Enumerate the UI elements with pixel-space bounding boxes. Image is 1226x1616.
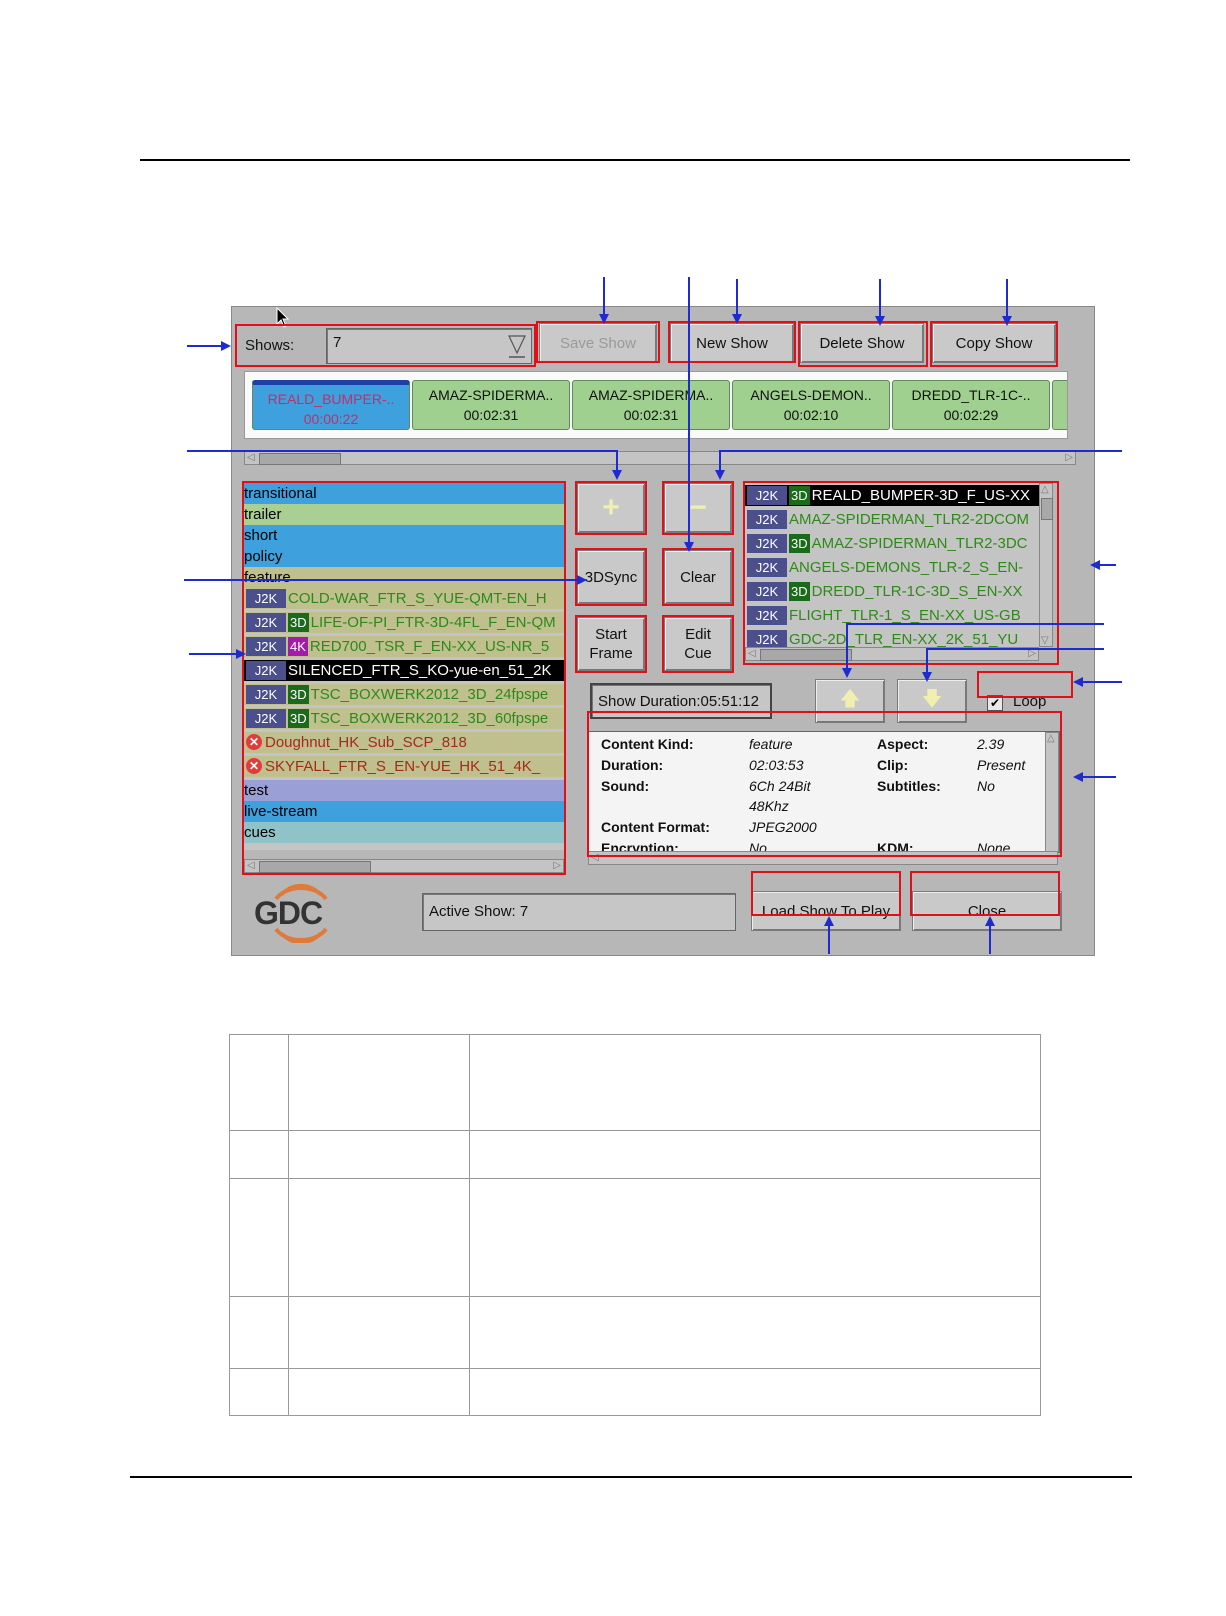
- table-row: [229, 1296, 1041, 1369]
- table-row: [229, 1130, 1041, 1179]
- table-row: [229, 1034, 1041, 1131]
- table-row: [229, 1368, 1041, 1416]
- table-row: [229, 1178, 1041, 1297]
- description-table: [229, 1034, 1041, 1416]
